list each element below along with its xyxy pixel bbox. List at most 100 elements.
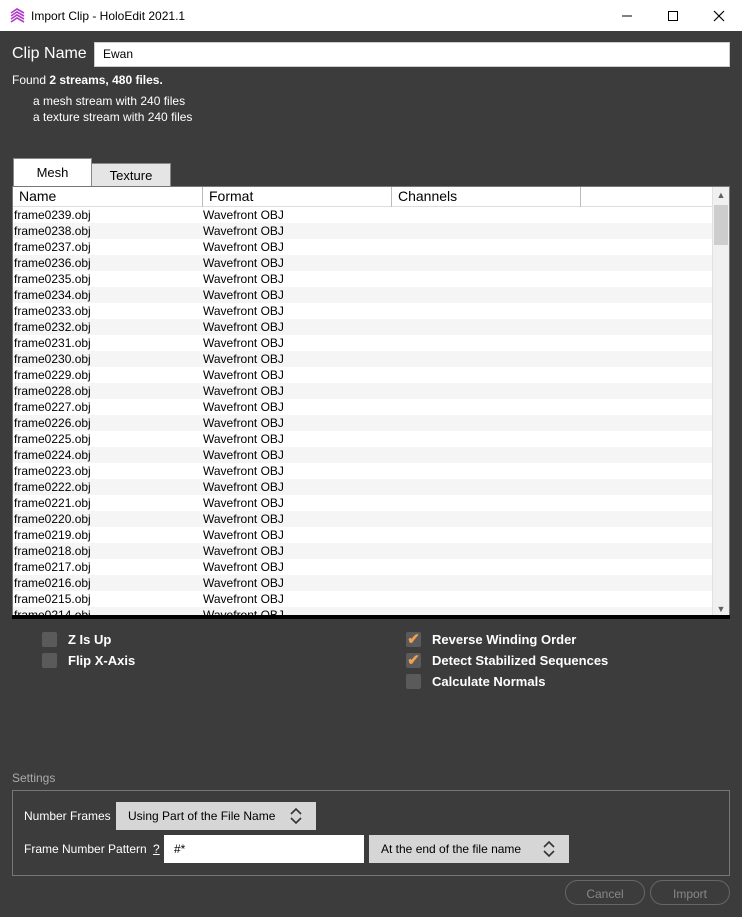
cell-format: Wavefront OBJ [203, 464, 284, 478]
table-row[interactable]: frame0239.obj Wavefront OBJ [13, 207, 713, 223]
close-button[interactable] [696, 0, 742, 31]
cell-name: frame0215.obj [14, 592, 91, 606]
flip-x-axis-label: Flip X-Axis [68, 653, 136, 668]
table-row[interactable]: frame0223.obj Wavefront OBJ [13, 463, 713, 479]
table-row[interactable]: frame0228.obj Wavefront OBJ [13, 383, 713, 399]
pattern-position-select[interactable]: At the end of the file name [369, 835, 569, 863]
cell-name: frame0238.obj [14, 224, 91, 238]
cell-name: frame0232.obj [14, 320, 91, 334]
cell-name: frame0221.obj [14, 496, 91, 510]
cell-format: Wavefront OBJ [203, 272, 284, 286]
file-table: Name Format Channels frame0239.obj Wavefr… [12, 186, 730, 618]
cell-name: frame0225.obj [14, 432, 91, 446]
minimize-button[interactable] [604, 0, 650, 31]
scrollbar-thumb[interactable] [714, 205, 728, 245]
table-row[interactable]: frame0230.obj Wavefront OBJ [13, 351, 713, 367]
table-row[interactable]: frame0222.obj Wavefront OBJ [13, 479, 713, 495]
cell-name: frame0216.obj [14, 576, 91, 590]
cell-format: Wavefront OBJ [203, 400, 284, 414]
cell-name: frame0224.obj [14, 448, 91, 462]
table-row[interactable]: frame0237.obj Wavefront OBJ [13, 239, 713, 255]
table-row[interactable]: frame0216.obj Wavefront OBJ [13, 575, 713, 591]
table-bottom-border [12, 615, 730, 619]
found-summary: Found 2 streams, 480 files. [12, 73, 163, 87]
cell-name: frame0233.obj [14, 304, 91, 318]
detect-stabilized-checkbox[interactable]: ✔ [406, 653, 421, 668]
table-row[interactable]: frame0218.obj Wavefront OBJ [13, 543, 713, 559]
cancel-button[interactable]: Cancel [565, 880, 645, 905]
column-header-channels[interactable]: Channels [392, 187, 581, 207]
cell-name: frame0239.obj [14, 208, 91, 222]
clip-name-input[interactable]: Ewan [94, 42, 730, 67]
cell-name: frame0228.obj [14, 384, 91, 398]
clip-name-label: Clip Name [12, 45, 87, 62]
number-frames-select[interactable]: Using Part of the File Name [116, 802, 316, 830]
settings-title: Settings [12, 771, 56, 785]
stream-item-mesh: a mesh stream with 240 files [33, 94, 186, 108]
cell-name: frame0223.obj [14, 464, 91, 478]
table-rows: frame0239.obj Wavefront OBJ frame0238.obj W… [13, 207, 713, 617]
cell-format: Wavefront OBJ [203, 560, 284, 574]
cell-format: Wavefront OBJ [203, 320, 284, 334]
maximize-button[interactable] [650, 0, 696, 31]
detect-stabilized-label: Detect Stabilized Sequences [432, 653, 609, 668]
number-frames-value: Using Part of the File Name [128, 809, 276, 823]
column-header-name[interactable]: Name [13, 187, 203, 207]
table-row[interactable]: frame0238.obj Wavefront OBJ [13, 223, 713, 239]
cell-name: frame0231.obj [14, 336, 91, 350]
table-row[interactable]: frame0234.obj Wavefront OBJ [13, 287, 713, 303]
frame-pattern-input[interactable]: #* [164, 835, 364, 863]
table-row[interactable]: frame0226.obj Wavefront OBJ [13, 415, 713, 431]
cell-name: frame0229.obj [14, 368, 91, 382]
cell-name: frame0227.obj [14, 400, 91, 414]
table-row[interactable]: frame0225.obj Wavefront OBJ [13, 431, 713, 447]
close-icon [713, 10, 725, 21]
pattern-help-link[interactable]: ? [153, 842, 160, 856]
table-row[interactable]: frame0219.obj Wavefront OBJ [13, 527, 713, 543]
number-frames-label: Number Frames [24, 809, 111, 823]
vertical-scrollbar[interactable]: ▲ ▼ [712, 187, 729, 617]
table-row[interactable]: frame0215.obj Wavefront OBJ [13, 591, 713, 607]
calculate-normals-label: Calculate Normals [432, 674, 546, 689]
table-row[interactable]: frame0232.obj Wavefront OBJ [13, 319, 713, 335]
cell-format: Wavefront OBJ [203, 544, 284, 558]
cell-name: frame0236.obj [14, 256, 91, 270]
calculate-normals-checkbox[interactable] [406, 674, 421, 689]
cell-name: frame0219.obj [14, 528, 91, 542]
cell-name: frame0222.obj [14, 480, 91, 494]
found-files: 480 files. [112, 73, 163, 87]
table-row[interactable]: frame0235.obj Wavefront OBJ [13, 271, 713, 287]
cell-format: Wavefront OBJ [203, 224, 284, 238]
z-is-up-checkbox[interactable] [42, 632, 57, 647]
cell-name: frame0226.obj [14, 416, 91, 430]
cell-format: Wavefront OBJ [203, 368, 284, 382]
scroll-up-icon[interactable]: ▲ [713, 187, 729, 203]
import-button[interactable]: Import [650, 880, 730, 905]
reverse-winding-checkbox[interactable]: ✔ [406, 632, 421, 647]
table-row[interactable]: frame0229.obj Wavefront OBJ [13, 367, 713, 383]
table-row[interactable]: frame0221.obj Wavefront OBJ [13, 495, 713, 511]
table-row[interactable]: frame0217.obj Wavefront OBJ [13, 559, 713, 575]
tab-texture[interactable]: Texture [91, 163, 171, 187]
table-row[interactable]: frame0236.obj Wavefront OBJ [13, 255, 713, 271]
cell-format: Wavefront OBJ [203, 384, 284, 398]
table-row[interactable]: frame0224.obj Wavefront OBJ [13, 447, 713, 463]
column-header-format[interactable]: Format [203, 187, 392, 207]
cell-format: Wavefront OBJ [203, 288, 284, 302]
minimize-icon [622, 15, 632, 16]
table-row[interactable]: frame0231.obj Wavefront OBJ [13, 335, 713, 351]
table-row[interactable]: frame0227.obj Wavefront OBJ [13, 399, 713, 415]
cell-format: Wavefront OBJ [203, 256, 284, 270]
reverse-winding-label: Reverse Winding Order [432, 632, 577, 647]
table-row[interactable]: frame0233.obj Wavefront OBJ [13, 303, 713, 319]
cell-format: Wavefront OBJ [203, 480, 284, 494]
tab-mesh[interactable]: Mesh [13, 158, 92, 186]
cell-format: Wavefront OBJ [203, 416, 284, 430]
flip-x-axis-checkbox[interactable] [42, 653, 57, 668]
cell-name: frame0220.obj [14, 512, 91, 526]
cell-format: Wavefront OBJ [203, 448, 284, 462]
cell-format: Wavefront OBJ [203, 432, 284, 446]
cell-format: Wavefront OBJ [203, 352, 284, 366]
table-row[interactable]: frame0220.obj Wavefront OBJ [13, 511, 713, 527]
cell-format: Wavefront OBJ [203, 592, 284, 606]
